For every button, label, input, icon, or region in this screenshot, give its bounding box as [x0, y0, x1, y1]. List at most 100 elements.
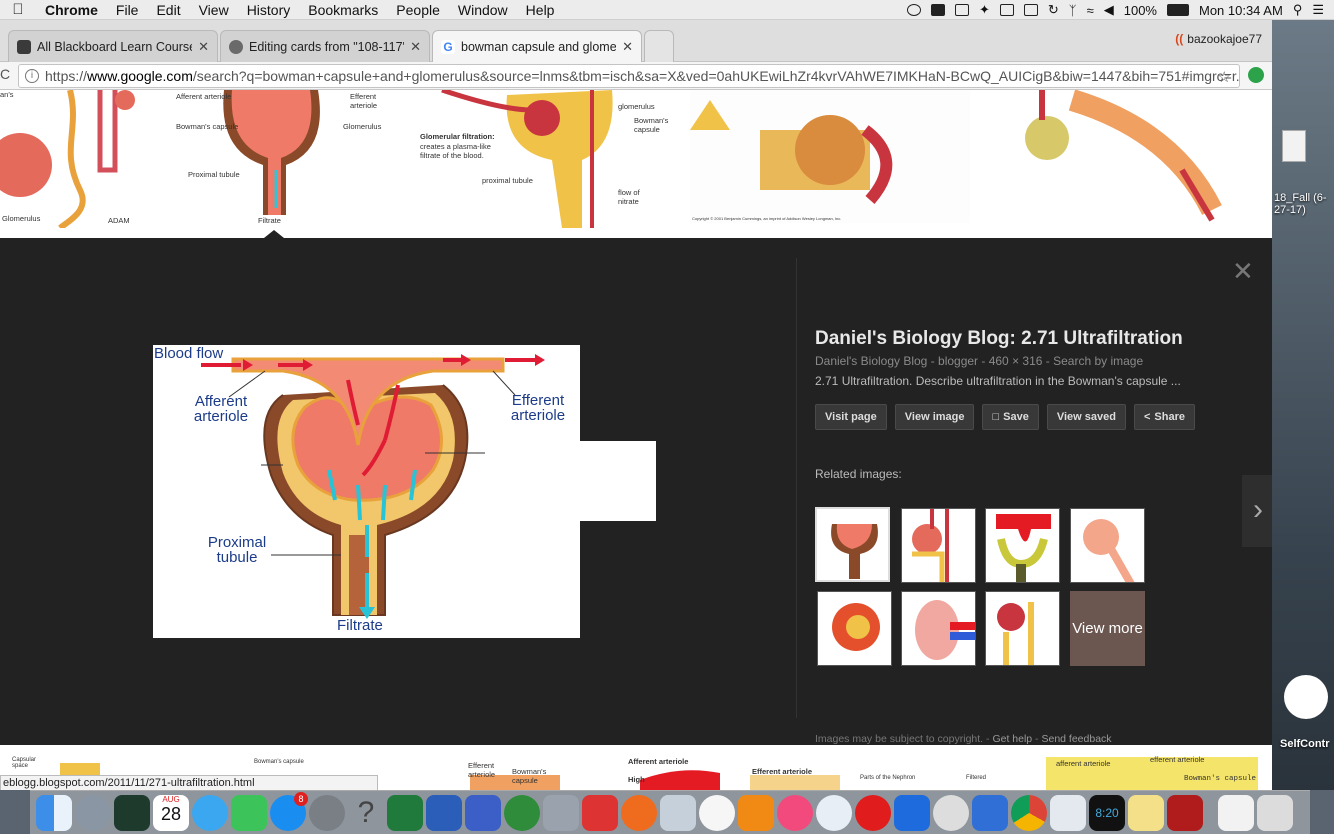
related-image[interactable]	[901, 591, 976, 666]
opera-icon[interactable]	[855, 794, 891, 831]
next-image-arrow[interactable]: ›	[1242, 475, 1272, 547]
result-thumb-1[interactable]: an's Glomerulus ADAM	[0, 89, 160, 231]
menu-edit[interactable]: Edit	[147, 2, 189, 18]
tab-editing-cards[interactable]: Editing cards from "108-117" ✕	[220, 30, 430, 62]
visit-page-button[interactable]: Visit page	[815, 404, 887, 430]
menu-help[interactable]: Help	[517, 2, 564, 18]
chrome-icon[interactable]	[1011, 794, 1047, 831]
reload-icon[interactable]: C	[0, 66, 10, 82]
apple-icon[interactable]: 	[0, 1, 36, 18]
save-button[interactable]: □ Save	[982, 404, 1039, 430]
help-icon[interactable]: ?	[348, 795, 384, 831]
calendar-icon[interactable]: AUG 28	[153, 794, 189, 831]
finder-icon[interactable]	[36, 794, 72, 831]
thumb-label: Capsular space	[12, 757, 37, 769]
menu-app-name[interactable]: Chrome	[36, 2, 107, 18]
battery-percent[interactable]: 100%	[1124, 3, 1157, 18]
acrobat-icon[interactable]	[1167, 794, 1203, 831]
app-store-icon[interactable]: 8	[270, 791, 308, 831]
tasks-icon[interactable]	[972, 794, 1008, 831]
result-thumb-4[interactable]: Copyright © 2001 Benjamin Cummings, an i…	[690, 90, 970, 228]
shield-icon[interactable]	[999, 4, 1014, 16]
notes-icon[interactable]	[930, 4, 945, 16]
extension-icon[interactable]	[1248, 67, 1264, 83]
notes-app-icon[interactable]	[1128, 794, 1164, 831]
view-more-button[interactable]: View more	[1070, 591, 1145, 666]
related-image[interactable]	[817, 591, 892, 666]
notification-center-icon[interactable]: ☰	[1312, 2, 1324, 18]
new-tab-button[interactable]	[644, 30, 674, 62]
related-image[interactable]	[985, 591, 1060, 666]
desktop-file-label[interactable]: 18_Fall (6-27-17)	[1274, 192, 1334, 216]
document-icon[interactable]	[1218, 794, 1254, 831]
menu-bookmarks[interactable]: Bookmarks	[299, 2, 387, 18]
system-preferences-icon[interactable]	[309, 794, 345, 831]
related-image[interactable]	[985, 508, 1060, 583]
bookmark-star-icon[interactable]: ☆	[1218, 68, 1231, 86]
time-machine-icon[interactable]: ↻	[1048, 2, 1059, 18]
result-thumb-3[interactable]: glomerulus Bowman's capsule Glomerular f…	[412, 87, 684, 228]
wand-icon[interactable]: ✦	[979, 2, 990, 18]
close-preview-button[interactable]: ✕	[1232, 256, 1254, 287]
people-icon[interactable]	[465, 794, 501, 831]
file-icon[interactable]	[1282, 130, 1306, 162]
related-image[interactable]	[901, 508, 976, 583]
wifi-icon[interactable]: ≈	[1087, 3, 1094, 18]
profile-button[interactable]: ((bazookajoe77	[1175, 32, 1262, 46]
menu-file[interactable]: File	[107, 2, 148, 18]
image-title[interactable]: Daniel's Biology Blog: 2.71 Ultrafiltrat…	[815, 328, 1215, 350]
brush-icon[interactable]	[1050, 794, 1086, 831]
facetime-icon[interactable]	[231, 794, 267, 831]
tab-blackboard[interactable]: All Blackboard Learn Courses - ✕	[8, 30, 218, 62]
launchpad-icon[interactable]	[75, 794, 111, 831]
powerpoint-icon[interactable]	[582, 794, 618, 831]
airplay-icon[interactable]	[1023, 4, 1038, 16]
related-image[interactable]	[815, 507, 890, 582]
spotlight-icon[interactable]: ⚲	[1293, 2, 1303, 18]
camera-icon[interactable]	[954, 4, 969, 16]
messages-icon[interactable]	[192, 794, 228, 831]
bluetooth-icon[interactable]: ᛉ	[1069, 3, 1077, 18]
menu-people[interactable]: People	[387, 2, 449, 18]
result-thumb-2[interactable]: Afferent arteriole Efferent arteriole Bo…	[168, 90, 400, 228]
trash-icon[interactable]	[1257, 794, 1293, 831]
volume-icon[interactable]: ◀	[1104, 2, 1114, 18]
tab-google-images[interactable]: G bowman capsule and glomerul ✕	[432, 30, 642, 62]
firefox-icon[interactable]	[621, 794, 657, 831]
menu-window[interactable]: Window	[449, 2, 517, 18]
battery-icon[interactable]	[1166, 4, 1189, 16]
globe-icon[interactable]	[504, 794, 540, 831]
clock[interactable]: Mon 10:34 AM	[1199, 3, 1283, 18]
info-icon[interactable]: i	[25, 69, 39, 83]
share-button[interactable]: < Share	[1133, 404, 1195, 430]
close-icon[interactable]: ✕	[622, 39, 633, 55]
get-help-link[interactable]: Get help	[992, 733, 1032, 745]
dictionary-app-icon[interactable]	[816, 794, 852, 831]
close-icon[interactable]: ✕	[410, 39, 421, 55]
menu-history[interactable]: History	[238, 2, 300, 18]
preview-image[interactable]: Blood flow Afferent arteriole Efferent a…	[153, 345, 580, 638]
activity-monitor-icon[interactable]	[114, 794, 150, 831]
menu-view[interactable]: View	[190, 2, 238, 18]
view-saved-button[interactable]: View saved	[1046, 404, 1126, 430]
result-thumb-5[interactable]	[1012, 89, 1224, 228]
word-icon[interactable]	[426, 794, 462, 831]
close-icon[interactable]: ✕	[198, 39, 209, 55]
ibooks-icon[interactable]	[738, 794, 774, 831]
selfcontrol-icon[interactable]	[1284, 675, 1328, 719]
firefox-dev-icon[interactable]	[894, 794, 930, 831]
view-image-button[interactable]: View image	[894, 404, 975, 430]
dictionary-icon[interactable]	[906, 4, 921, 16]
photos-icon[interactable]	[699, 794, 735, 831]
send-feedback-link[interactable]: Send feedback	[1041, 733, 1111, 745]
selfcontrol-dock-icon[interactable]	[933, 794, 969, 831]
excel-icon[interactable]	[387, 794, 423, 831]
address-bar[interactable]: i https://www.google.com/search?q=bowman…	[18, 64, 1240, 88]
selfcontrol-label[interactable]: SelfContr	[1280, 738, 1330, 750]
google-icon: G	[441, 39, 455, 54]
itunes-icon[interactable]	[777, 794, 813, 831]
satellite-icon[interactable]	[543, 794, 579, 831]
preview-icon[interactable]	[660, 794, 696, 831]
related-image[interactable]	[1070, 508, 1145, 583]
clock-widget-icon[interactable]: 8:20	[1089, 794, 1125, 831]
